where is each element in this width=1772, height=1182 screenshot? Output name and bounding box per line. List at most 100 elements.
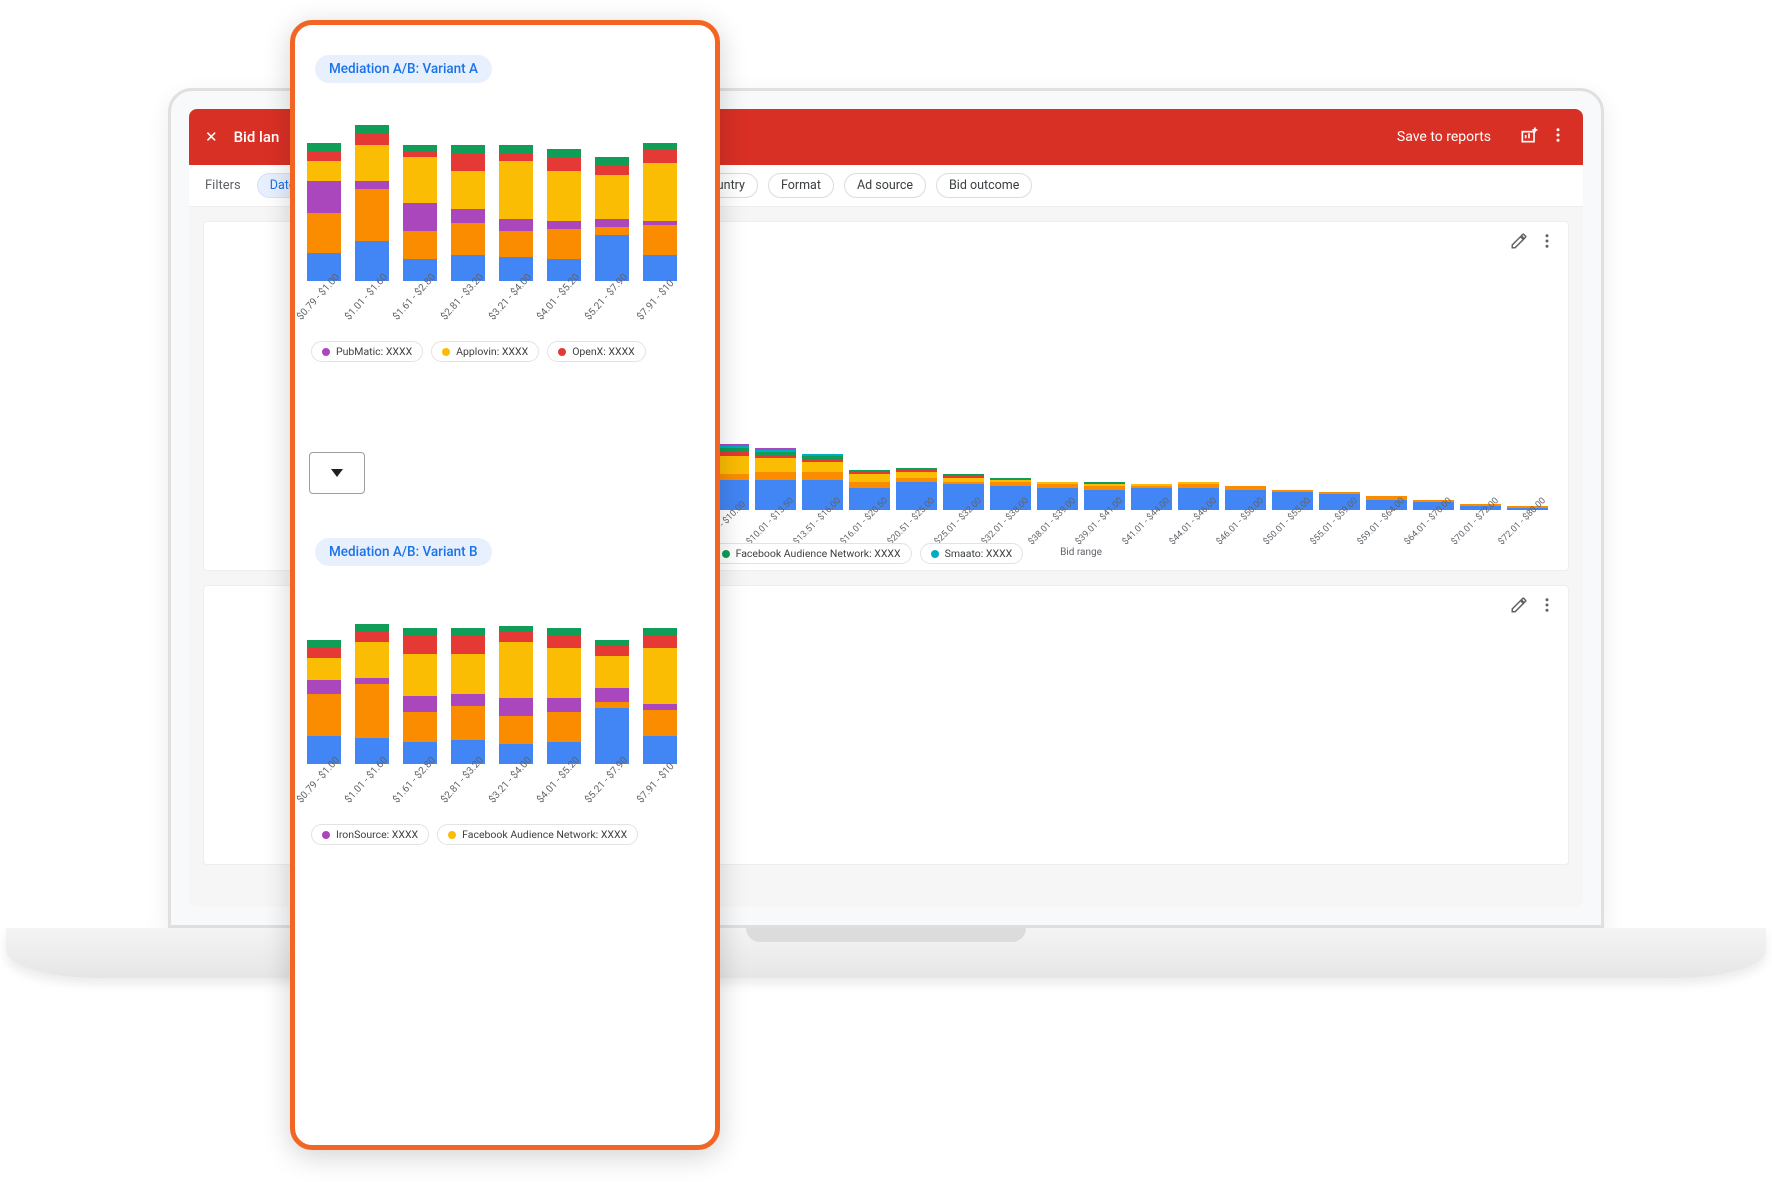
legend-label: PubMatic: XXXX [336, 345, 412, 358]
bar-column: $2.81 - $3.20 [451, 628, 485, 764]
bar-segment [643, 710, 677, 736]
bar-segment [307, 680, 341, 694]
bar-segment [547, 221, 581, 229]
bar-column: $5.21 - $7.90 [595, 640, 629, 764]
bar-segment [643, 736, 677, 764]
bar-column: $13.51 - $16.00 [802, 454, 843, 510]
bar-segment [451, 654, 485, 694]
bar-segment [643, 149, 677, 163]
bar-segment [643, 648, 677, 704]
bar-column: $4.01 - $5.20 [547, 628, 581, 764]
bar-segment [547, 229, 581, 259]
bar-segment [547, 628, 581, 636]
bar-segment [451, 153, 485, 171]
bar-segment [355, 642, 389, 678]
bar-column: $25.01 - $32.00 [943, 474, 984, 510]
bar-segment [547, 712, 581, 742]
bar-segment [355, 133, 389, 145]
callout-overlay: Mediation A/B: Variant A $0.79 - $1.00$1… [290, 20, 720, 1150]
bar-segment [307, 640, 341, 648]
bar-column: $1.61 - $2.80 [403, 628, 437, 764]
close-icon[interactable]: ✕ [205, 128, 218, 146]
edit-icon[interactable] [1510, 596, 1528, 618]
more-icon[interactable] [1549, 126, 1567, 148]
filter-chip-adsource[interactable]: Ad source [844, 173, 926, 198]
legend-swatch [931, 550, 939, 558]
laptop-base [6, 928, 1766, 978]
legend-item[interactable]: IronSource: XXXX [311, 824, 429, 845]
bar-column: $1.01 - $1.60 [355, 125, 389, 281]
bar-segment [547, 171, 581, 221]
page-title: Bid lan [234, 128, 280, 146]
bar-segment [595, 219, 629, 227]
bar-segment [499, 231, 533, 257]
bar-segment [547, 157, 581, 171]
legend-label: Smaato: XXXX [945, 547, 1013, 560]
bar-column: $72.01 - $80.00 [1507, 506, 1548, 510]
bar-column: $1.01 - $1.60 [355, 624, 389, 764]
bar-column: $1.61 - $2.80 [403, 145, 437, 281]
filters-label: Filters [205, 178, 241, 193]
dropdown-select[interactable] [309, 452, 365, 494]
legend-item[interactable]: Applovin: XXXX [431, 341, 539, 362]
x-axis-label: Bid range [1060, 547, 1102, 558]
bar-segment [595, 175, 629, 219]
bar-segment [499, 153, 533, 161]
filter-chip-bidoutcome[interactable]: Bid outcome [936, 173, 1032, 198]
bar-column: $70.01 - $72.00 [1460, 504, 1501, 510]
legend-swatch [722, 550, 730, 558]
panel-more-icon[interactable] [1538, 596, 1556, 618]
variant-a-chip[interactable]: Mediation A/B: Variant A [315, 55, 492, 83]
legend-item[interactable]: Smaato: XXXX [920, 543, 1024, 564]
bar-column: $44.01 - $46.00 [1178, 482, 1219, 510]
legend-label: Applovin: XXXX [456, 345, 528, 358]
bar-segment [403, 696, 437, 712]
edit-icon[interactable] [1510, 232, 1528, 254]
bar-segment [595, 227, 629, 235]
bar-column: $55.01 - $59.00 [1319, 492, 1360, 510]
bar-column: $64.01 - $70.00 [1413, 500, 1454, 510]
bar-segment [355, 632, 389, 642]
bar-segment [403, 628, 437, 636]
legend-swatch [448, 831, 456, 839]
bar-segment [547, 648, 581, 698]
variant-b-chip[interactable]: Mediation A/B: Variant B [315, 538, 492, 566]
legend-item[interactable]: PubMatic: XXXX [311, 341, 423, 362]
filter-chip-format[interactable]: Format [768, 173, 834, 198]
bar-column: $5.21 - $7.90 [595, 157, 629, 281]
bar-segment [643, 225, 677, 255]
bar-segment [307, 648, 341, 658]
bar-segment [451, 628, 485, 636]
panel-more-icon[interactable] [1538, 232, 1556, 254]
bar-segment [595, 646, 629, 656]
legend-swatch [322, 831, 330, 839]
bar-segment [499, 698, 533, 716]
legend-item[interactable]: OpenX: XXXX [547, 341, 646, 362]
bar-column: $46.01 - $50.00 [1225, 486, 1266, 510]
legend-item[interactable]: Facebook Audience Network: XXXX [711, 543, 912, 564]
bar-segment [643, 255, 677, 281]
legend-swatch [558, 348, 566, 356]
bar-segment [307, 151, 341, 161]
bar-segment [451, 706, 485, 740]
bar-segment [499, 219, 533, 231]
save-to-reports-button[interactable]: Save to reports [1397, 129, 1491, 145]
bar-segment [643, 628, 677, 636]
variant-a-chart: $0.79 - $1.00$1.01 - $1.60$1.61 - $2.80$… [301, 111, 709, 281]
bar-segment [355, 684, 389, 738]
bar-segment [849, 474, 890, 482]
bar-segment [643, 163, 677, 221]
legend-label: Facebook Audience Network: XXXX [736, 547, 901, 560]
bar-segment [755, 472, 796, 480]
bar-column: $7.91 - $10 [643, 143, 677, 281]
bar-segment [595, 708, 629, 764]
x-tick-label: $72.01 - $80.00 [1496, 496, 1547, 547]
bar-segment [307, 161, 341, 181]
bar-segment [307, 181, 341, 213]
bar-segment [802, 462, 843, 472]
bar-segment [403, 157, 437, 203]
legend-item[interactable]: Facebook Audience Network: XXXX [437, 824, 638, 845]
bar-column: $2.81 - $3.20 [451, 145, 485, 281]
legend-swatch [322, 348, 330, 356]
add-chart-icon[interactable] [1519, 125, 1539, 149]
